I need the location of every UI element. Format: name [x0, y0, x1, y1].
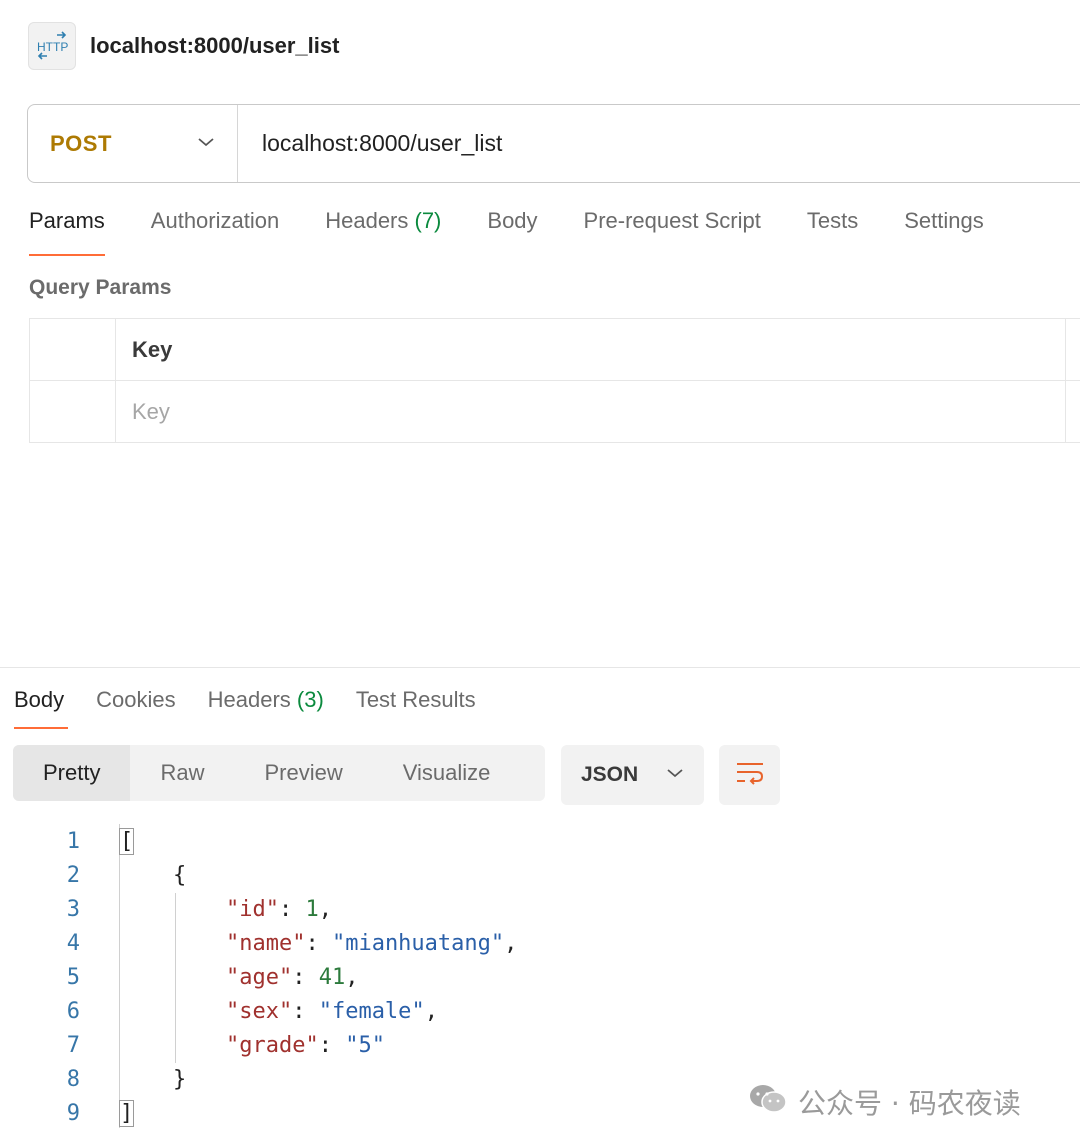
key-input[interactable]: [132, 398, 1065, 425]
format-select[interactable]: JSON: [561, 745, 704, 805]
headers-count: (7): [414, 208, 442, 233]
response-tab-body[interactable]: Body: [14, 687, 69, 729]
code-text: "grade": "5": [225, 1032, 385, 1058]
code-text: [: [118, 827, 135, 855]
json-value-sex: female: [331, 998, 412, 1024]
tab-authorization[interactable]: Authorization: [151, 208, 279, 256]
line-number: 7: [66, 1032, 80, 1058]
view-preview-button[interactable]: Preview: [234, 745, 372, 801]
params-table: Key: [29, 318, 1080, 443]
json-value-age: 41: [318, 964, 346, 990]
checkbox-column-header: [30, 319, 116, 380]
code-text: "age": 41,: [225, 964, 359, 990]
query-params-label: Query Params: [29, 276, 172, 299]
url-bar: POST: [27, 104, 1080, 183]
line-number: 3: [66, 896, 80, 922]
table-row: [30, 381, 1080, 443]
code-text: ]: [118, 1099, 135, 1127]
code-text: }: [120, 1066, 187, 1092]
request-title[interactable]: localhost:8000/user_list: [90, 33, 339, 59]
code-text: "name": "mianhuatang",: [225, 930, 518, 956]
tab-body[interactable]: Body: [487, 208, 537, 256]
code-text: {: [120, 862, 187, 888]
line-number: 8: [66, 1066, 80, 1092]
code-text: "sex": "female",: [225, 998, 438, 1024]
request-header: HTTP localhost:8000/user_list: [28, 22, 339, 70]
code-text: "id": 1,: [225, 896, 332, 922]
code-line: 5 "age": 41,: [0, 960, 1080, 994]
view-pretty-button[interactable]: Pretty: [13, 745, 131, 801]
watermark-text: 公众号 · 码农夜读: [798, 1087, 1021, 1120]
row-checkbox-cell[interactable]: [30, 381, 116, 442]
code-line: 4 "name": "mianhuatang",: [0, 926, 1080, 960]
code-line: 1 [: [0, 824, 1080, 858]
request-tabs: Params Authorization Headers (7) Body Pr…: [29, 208, 1030, 258]
view-visualize-button[interactable]: Visualize: [373, 745, 521, 801]
format-label: JSON: [581, 763, 639, 786]
view-raw-button[interactable]: Raw: [130, 745, 234, 801]
json-value-id: 1: [305, 896, 319, 922]
line-number: 5: [66, 964, 80, 990]
http-icon: HTTP: [28, 22, 76, 70]
svg-text:HTTP: HTTP: [37, 40, 68, 54]
url-input[interactable]: [238, 105, 1080, 182]
line-number: 4: [66, 930, 80, 956]
response-tabs: Body Cookies Headers (3) Test Results: [14, 687, 508, 731]
line-number: 9: [66, 1100, 80, 1126]
tab-headers[interactable]: Headers (7): [325, 208, 441, 256]
wechat-icon: [748, 1083, 788, 1122]
response-headers-count: (3): [296, 687, 324, 712]
response-tab-cookies[interactable]: Cookies: [96, 687, 175, 729]
table-header-row: Key: [30, 319, 1080, 381]
key-cell: [116, 381, 1066, 442]
code-line: 6 "sex": "female",: [0, 994, 1080, 1028]
code-line: 3 "id": 1,: [0, 892, 1080, 926]
chevron-down-icon: [197, 135, 215, 153]
response-tab-test-results[interactable]: Test Results: [356, 687, 476, 729]
code-line: 7 "grade": "5": [0, 1028, 1080, 1062]
view-mode-segment: Pretty Raw Preview Visualize: [13, 745, 545, 801]
response-divider[interactable]: [0, 667, 1080, 668]
line-number: 6: [66, 998, 80, 1024]
code-line: 2 {: [0, 858, 1080, 892]
method-label: POST: [50, 130, 112, 156]
watermark: 公众号 · 码农夜读: [748, 1082, 1021, 1122]
chevron-down-icon: [666, 766, 684, 784]
method-select[interactable]: POST: [28, 105, 238, 182]
tab-tests[interactable]: Tests: [807, 208, 858, 256]
json-value-name: mianhuatang: [345, 930, 491, 956]
line-number: 1: [66, 828, 80, 854]
tab-settings[interactable]: Settings: [904, 208, 984, 256]
tab-pre-request-script[interactable]: Pre-request Script: [584, 208, 761, 256]
json-value-grade: 5: [358, 1032, 372, 1058]
response-tab-headers[interactable]: Headers (3): [208, 687, 324, 729]
line-number: 2: [66, 862, 80, 888]
key-column-header: Key: [116, 319, 1066, 380]
tab-params[interactable]: Params: [29, 208, 105, 256]
wrap-lines-button[interactable]: [719, 745, 780, 805]
wrap-lines-icon: [735, 760, 765, 791]
